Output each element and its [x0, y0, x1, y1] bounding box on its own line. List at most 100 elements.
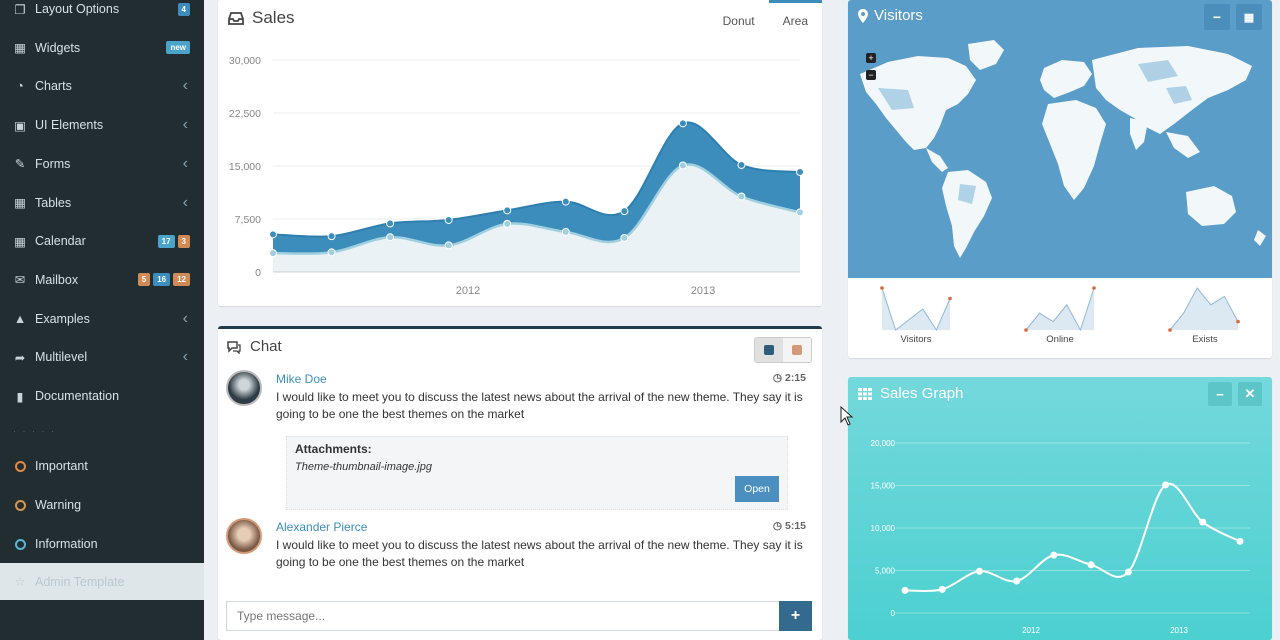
sparkline-area	[882, 288, 950, 330]
data-point	[327, 232, 336, 241]
sidebar-item-label: Important	[35, 459, 88, 473]
count-badge: 16	[153, 273, 171, 287]
count-badge: 12	[173, 273, 190, 287]
data-point	[386, 219, 395, 228]
x-tick-label: 2013	[1170, 626, 1188, 635]
message-time-text: 5:15	[784, 520, 806, 532]
message-author[interactable]: Alexander Pierce	[276, 520, 367, 534]
avatar	[226, 518, 262, 554]
data-point	[561, 197, 570, 206]
sidebar-item-widgets[interactable]: ▦ Widgets new	[0, 29, 204, 67]
data-point	[269, 230, 277, 239]
zoom-out-button[interactable]: −	[866, 70, 876, 80]
sidebar-item-examples[interactable]: ▲ Examples ‹	[0, 300, 204, 338]
sidebar-label-information[interactable]: Information	[0, 525, 204, 563]
sidebar-label-warning[interactable]: Warning	[0, 486, 204, 524]
badge-group: 4	[175, 2, 190, 16]
data-point	[796, 208, 804, 217]
sidebar-item-documentation[interactable]: ▮ Documentation	[0, 377, 204, 415]
data-point	[561, 227, 570, 236]
y-tick-label: 5,000	[875, 567, 896, 576]
star-icon: ☆	[14, 575, 26, 589]
zoom-in-button[interactable]: +	[866, 53, 876, 63]
data-point	[678, 161, 687, 170]
sidebar-item-layout-options[interactable]: ❐ Layout Options 4	[0, 0, 204, 28]
sidebar-item-label: Documentation	[35, 389, 120, 403]
data-point	[269, 249, 277, 258]
sidebar-item-admin-template[interactable]: ☆ Admin Template	[0, 563, 204, 600]
sparkline-label-exists: Exists	[1192, 334, 1218, 345]
calendar-icon: ▦	[1243, 11, 1255, 24]
y-tick-label: 20,000	[871, 439, 896, 448]
data-point	[901, 586, 909, 594]
edit-icon: ✎	[14, 157, 26, 172]
world-map[interactable]: Visitors − ▦ + −	[848, 0, 1272, 278]
sidebar-section-divider: · · · · ·	[13, 426, 56, 436]
minimize-button[interactable]: −	[1204, 4, 1230, 30]
sidebar-item-label: Layout Options	[35, 2, 120, 16]
sidebar-item-mailbox[interactable]: ✉ Mailbox 5 16 12	[0, 261, 204, 299]
sidebar-item-forms[interactable]: ✎ Forms ‹	[0, 145, 204, 183]
sales-line-chart: 0 5,000 10,000 15,000 20,000 2012 2013	[871, 439, 1250, 635]
sidebar-item-label: Tables	[35, 195, 72, 210]
sparkline-point	[1236, 319, 1240, 324]
message-input[interactable]	[226, 601, 780, 631]
data-point	[1050, 551, 1058, 559]
sidebar-label-important[interactable]: Important	[0, 447, 204, 485]
open-button[interactable]: Open	[735, 476, 779, 502]
pie-chart-icon: ◔	[16, 79, 24, 94]
data-point	[1199, 518, 1207, 526]
sidebar-item-label: Mailbox	[35, 272, 79, 287]
sidebar-item-calendar[interactable]: ▦ Calendar 17 3	[0, 222, 204, 260]
avatar	[226, 370, 262, 406]
share-icon: ➦	[14, 350, 26, 365]
message-time-text: 2:15	[784, 372, 806, 384]
clock-icon: ◷	[772, 372, 783, 384]
y-tick-label: 7,500	[235, 214, 261, 226]
count-badge: 3	[177, 234, 190, 248]
data-point	[386, 233, 395, 242]
chevron-left-icon: ‹	[182, 77, 188, 95]
circle-icon-wrap	[13, 459, 27, 473]
count-badge: 17	[157, 234, 175, 248]
sales-panel: Sales Donut Area 0 7,500 15,000 22,500 30,00…	[218, 0, 822, 306]
data-point	[444, 241, 453, 250]
data-point	[975, 567, 983, 575]
sidebar-item-multilevel[interactable]: ➦ Multilevel ‹	[0, 338, 204, 376]
attachment-box: Attachments: Theme-thumbnail-image.jpg O…	[286, 436, 788, 510]
sparklines	[880, 286, 1240, 332]
chevron-left-icon: ‹	[182, 154, 188, 172]
sparkline-point	[1024, 328, 1028, 332]
minus-icon: −	[1212, 9, 1222, 25]
circle-icon-wrap	[13, 498, 27, 512]
status-square-icon	[764, 345, 774, 355]
data-point	[620, 233, 629, 242]
visitors-title: Visitors	[858, 7, 923, 24]
data-point	[1087, 561, 1095, 569]
envelope-icon: ✉	[14, 273, 26, 288]
sidebar-item-tables[interactable]: ▦ Tables ‹	[0, 184, 204, 222]
status-offline-button[interactable]	[783, 338, 811, 362]
calendar-icon: ▦	[14, 234, 26, 249]
sidebar-item-ui-elements[interactable]: ▣ UI Elements ‹	[0, 106, 204, 144]
status-online-button[interactable]	[755, 338, 783, 362]
book-icon: ▮	[16, 389, 24, 404]
th-icon: ▦	[14, 41, 26, 56]
send-button[interactable]: +	[779, 601, 812, 631]
sparkline-point	[880, 286, 884, 290]
circle-icon-wrap	[13, 537, 27, 551]
chevron-left-icon: ‹	[182, 193, 188, 211]
data-point	[1013, 577, 1021, 585]
calendar-button[interactable]: ▦	[1236, 4, 1262, 30]
visitors-panel: Visitors − ▦ + − Visitors Online Exists	[848, 0, 1272, 358]
message-author[interactable]: Mike Doe	[276, 372, 327, 386]
x-tick-label: 2012	[1022, 626, 1040, 635]
sidebar-item-label: Information	[35, 537, 98, 551]
y-tick-label: 10,000	[871, 524, 896, 533]
chat-title: Chat	[226, 338, 282, 355]
count-badge: new	[166, 41, 190, 55]
data-point	[1124, 568, 1132, 576]
chat-message: Alexander Pierce ◷ 5:15 I would like to …	[226, 518, 806, 578]
sidebar-item-label: Charts	[35, 79, 72, 94]
sidebar-item-charts[interactable]: ◔ Charts ‹	[0, 67, 204, 105]
